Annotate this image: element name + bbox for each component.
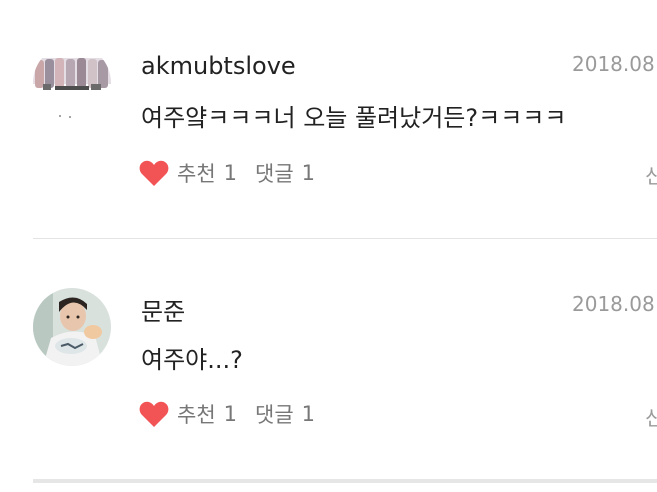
comment-text: 여주야...? — [141, 346, 243, 374]
comment-list: akmubtslove 2018.08 여주얔ㅋㅋㅋ너 오늘 풀려났거든?ㅋㅋㅋ… — [0, 0, 657, 492]
report-link[interactable]: 신 — [645, 402, 657, 431]
comment-text: 여주얔ㅋㅋㅋ너 오늘 풀려났거든?ㅋㅋㅋㅋ — [141, 104, 567, 132]
comment-actions: 추천 1 댓글 1 — [139, 157, 315, 189]
comment-date: 2018.08 — [572, 52, 655, 76]
comment-divider — [33, 238, 657, 239]
avatar[interactable] — [33, 44, 111, 122]
list-bottom-divider — [33, 479, 657, 483]
heart-icon[interactable] — [139, 400, 169, 428]
like-count: 1 — [223, 161, 238, 185]
comment-date: 2018.08 — [572, 292, 655, 316]
comment-item: akmubtslove 2018.08 여주얔ㅋㅋㅋ너 오늘 풀려났거든?ㅋㅋㅋ… — [0, 0, 657, 200]
comment-username[interactable]: akmubtslove — [141, 52, 296, 80]
heart-icon[interactable] — [139, 159, 169, 187]
reply-label[interactable]: 댓글 — [255, 158, 294, 188]
comment-actions: 추천 1 댓글 1 — [139, 398, 315, 430]
avatar-image — [33, 44, 111, 122]
comment-item: 문준 2018.08 여주야...? 추천 1 댓글 1 신 — [0, 240, 657, 440]
reply-count: 1 — [301, 161, 316, 185]
avatar[interactable] — [33, 288, 111, 366]
like-label[interactable]: 추천 — [177, 399, 216, 429]
like-label[interactable]: 추천 — [177, 158, 216, 188]
avatar-image — [33, 288, 111, 366]
report-link[interactable]: 신 — [645, 160, 657, 189]
reply-label[interactable]: 댓글 — [255, 399, 294, 429]
like-count: 1 — [223, 402, 238, 426]
reply-count: 1 — [301, 402, 316, 426]
comment-username[interactable]: 문준 — [141, 292, 185, 327]
